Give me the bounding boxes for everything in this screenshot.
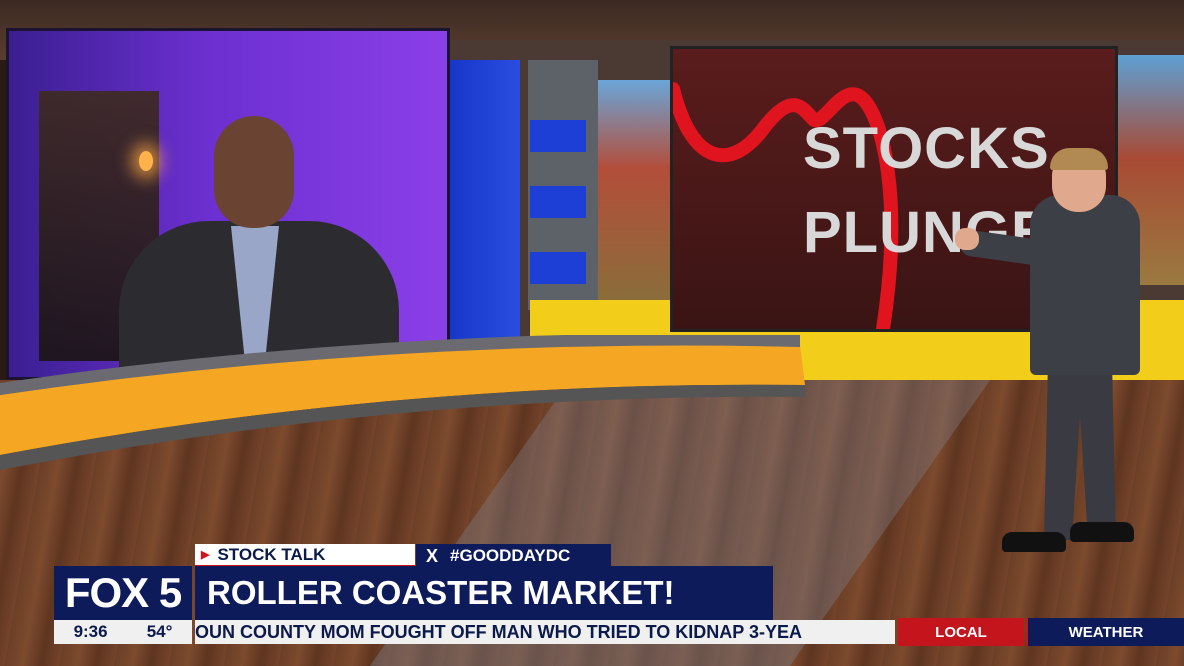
station-logo: FOX 5 <box>54 566 192 620</box>
blue-tile <box>530 252 586 284</box>
anchor-shoe-right <box>1070 522 1134 542</box>
anchor-suit <box>1030 195 1140 375</box>
anchor-desk <box>0 335 805 470</box>
headline-text: ROLLER COASTER MARKET! <box>207 574 675 611</box>
time-temp-box: 9:36 54° <box>54 620 192 644</box>
lamp <box>139 151 153 171</box>
category-tag: ▶ STOCK TALK <box>195 544 415 568</box>
temperature: 54° <box>146 622 173 641</box>
blue-tile <box>530 186 586 218</box>
clock-time: 9:36 <box>73 622 108 641</box>
blue-pillar <box>448 60 520 340</box>
hashtag-label: #GOODDAYDC <box>450 546 571 565</box>
guest-head <box>214 116 294 228</box>
anchor-hair <box>1050 148 1108 170</box>
anchor-hand <box>955 228 979 250</box>
news-ticker: OUN COUNTY MOM FOUGHT OFF MAN WHO TRIED … <box>195 620 895 644</box>
anchor-shoe-left <box>1002 532 1066 552</box>
studio-window <box>596 80 676 300</box>
ticker-text: OUN COUNTY MOM FOUGHT OFF MAN WHO TRIED … <box>195 621 802 642</box>
screen-headline-line1: STOCKS <box>803 116 1050 181</box>
blue-tile <box>530 120 586 152</box>
category-label: STOCK TALK <box>217 544 326 564</box>
hashtag-tag: X #GOODDAYDC <box>416 544 611 568</box>
x-logo-icon: X <box>426 545 439 566</box>
headline-banner: ROLLER COASTER MARKET! <box>195 566 773 620</box>
play-triangle-icon: ▶ <box>201 549 210 561</box>
local-button[interactable]: LOCAL <box>898 618 1024 646</box>
guest-video-screen <box>6 28 450 386</box>
weather-button[interactable]: WEATHER <box>1026 618 1184 646</box>
